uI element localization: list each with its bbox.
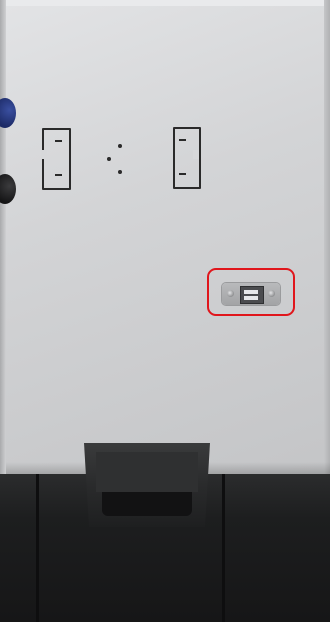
base-seam (222, 474, 225, 622)
handle-recess (96, 452, 198, 492)
device-panel (6, 6, 330, 474)
panel-right-edge (324, 0, 330, 474)
base-seam (36, 474, 39, 622)
photo-scene (0, 0, 330, 622)
usb-highlight-box (207, 268, 295, 316)
handle-grip (102, 492, 192, 516)
panel-top-edge (0, 0, 330, 6)
